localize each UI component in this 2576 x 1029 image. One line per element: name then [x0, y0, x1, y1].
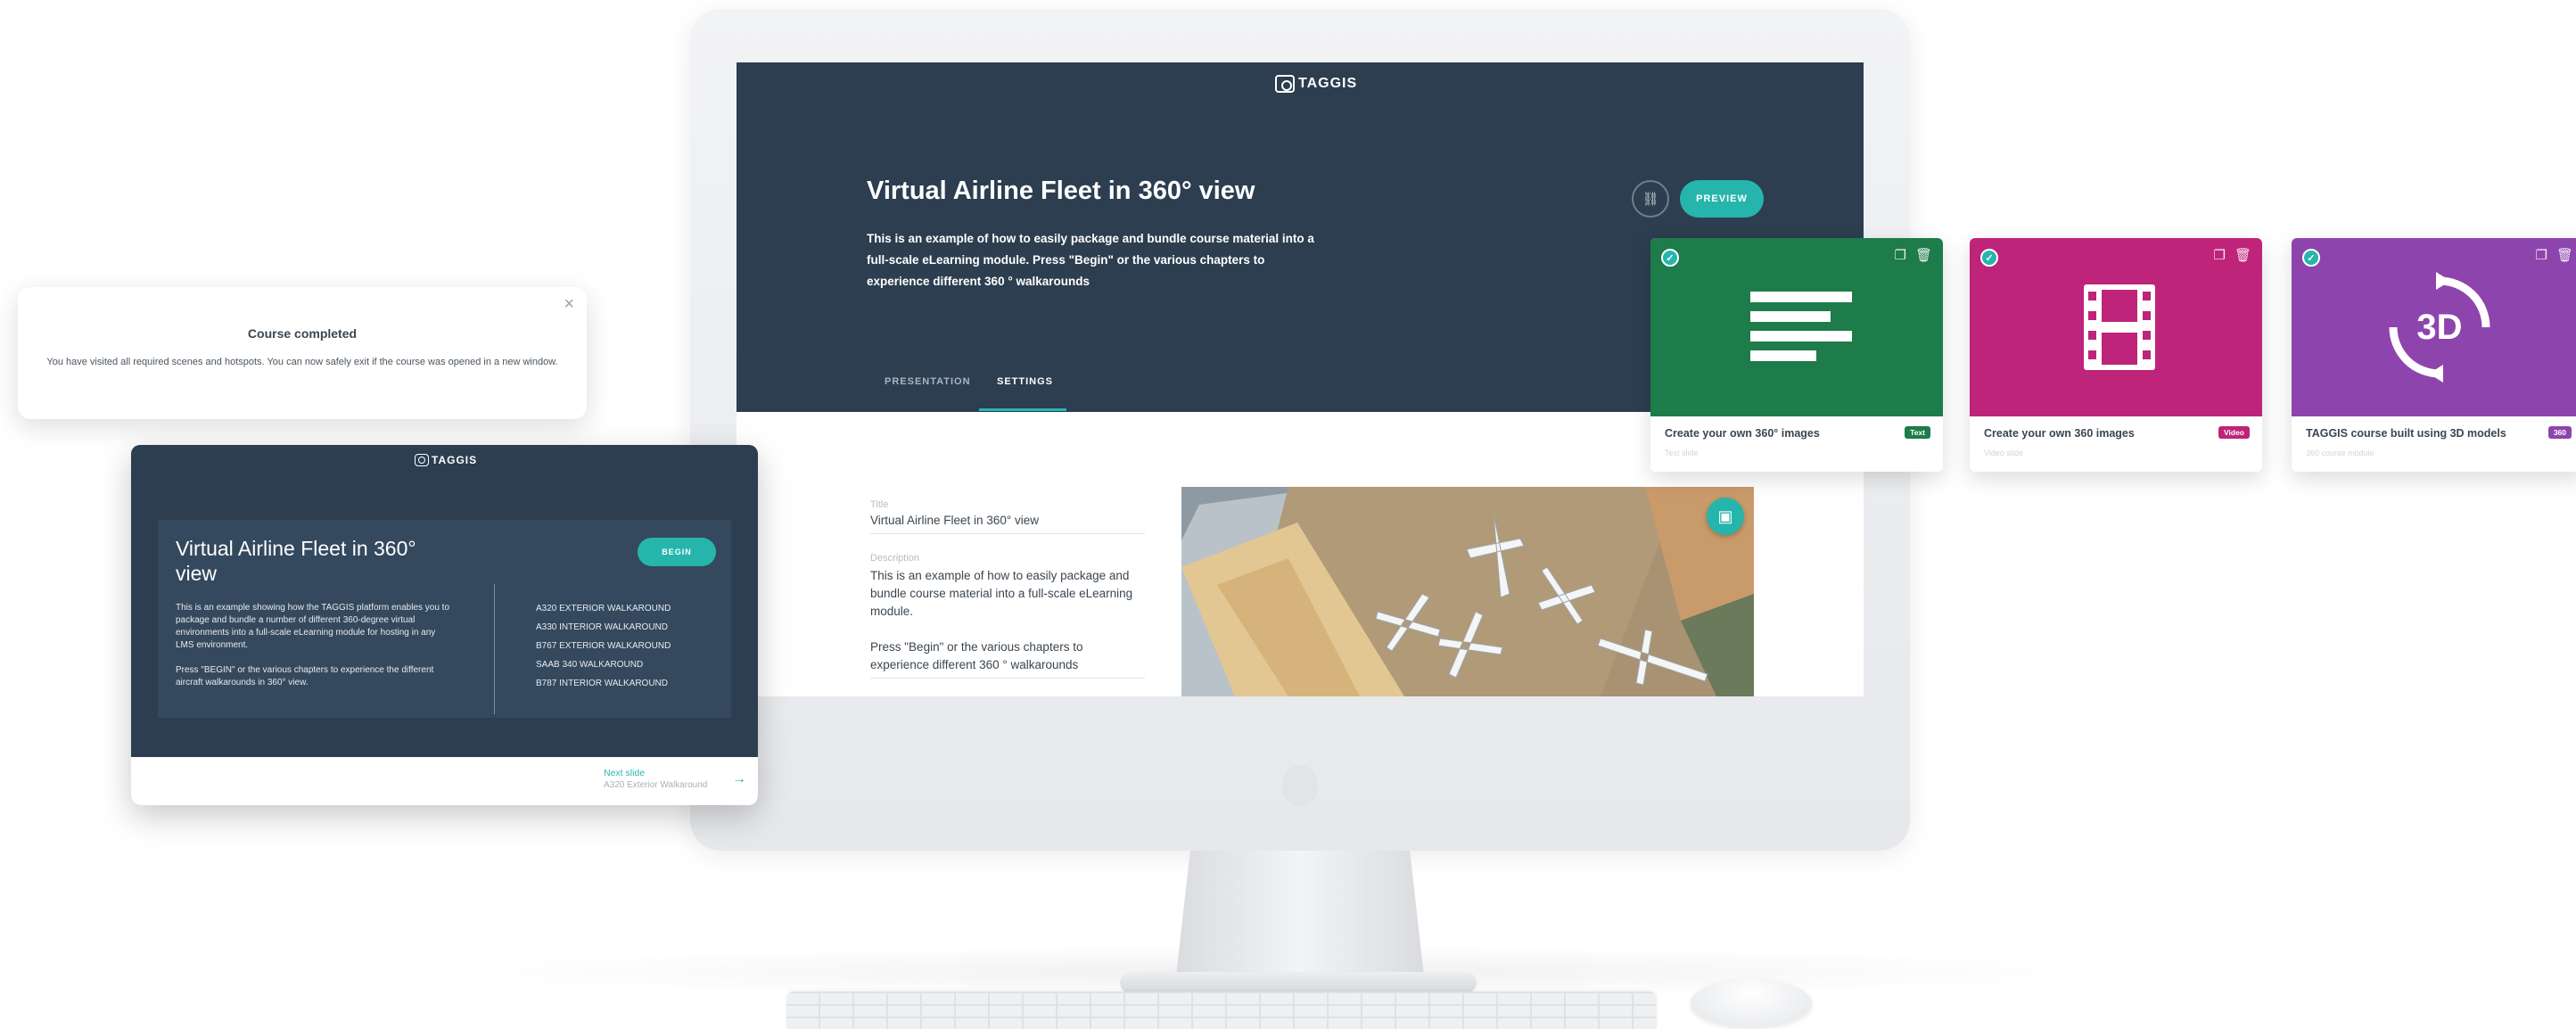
monitor-stand	[1175, 851, 1425, 984]
check-icon: ✓	[1661, 249, 1679, 267]
duplicate-icon[interactable]: ❐	[2214, 247, 2226, 263]
close-icon[interactable]: ×	[564, 294, 574, 315]
description-underline	[870, 678, 1145, 679]
duplicate-icon[interactable]: ❐	[1895, 247, 1906, 263]
begin-button[interactable]: BEGIN	[638, 538, 716, 566]
title-underline	[870, 533, 1145, 534]
type-badge: 360	[2547, 426, 2572, 439]
divider	[494, 584, 495, 714]
trash-icon[interactable]: 🗑	[2556, 247, 2573, 263]
title-input[interactable]: Virtual Airline Fleet in 360° view	[870, 512, 1039, 530]
course-cover-image	[1181, 487, 1754, 696]
keyboard	[786, 992, 1657, 1029]
film-icon	[2084, 284, 2155, 370]
image-icon: ▣	[1717, 506, 1733, 525]
chapter-link[interactable]: SAAB 340 WALKAROUND	[536, 660, 643, 670]
trash-icon[interactable]: 🗑	[2234, 247, 2251, 263]
tab-presentation[interactable]: PRESENTATION	[885, 376, 971, 387]
monitor-stand-base	[1120, 972, 1477, 993]
trash-icon[interactable]: 🗑	[1915, 247, 1932, 263]
module-card-video[interactable]: ✓ ❐ 🗑 Create your own 360 images Video Vi…	[1970, 238, 2262, 472]
next-slide-label[interactable]: Next slide	[604, 768, 645, 778]
description-input-p2[interactable]: Press "Begin" or the various chapters to…	[870, 638, 1145, 674]
type-badge: Video	[2218, 426, 2250, 439]
check-icon: ✓	[2302, 249, 2320, 267]
card-subtitle: Text slide	[1665, 449, 1699, 457]
apple-logo-icon	[1282, 765, 1318, 806]
description-paragraph: This is an example showing how the TAGGI…	[176, 603, 450, 650]
course-description: This is an example showing how the TAGGI…	[176, 602, 452, 689]
taggis-logo: TAGGIS	[415, 454, 477, 466]
active-tab-indicator	[979, 408, 1066, 411]
link-button[interactable]: ⛓	[1632, 180, 1669, 218]
player-footer: Next slide A320 Exterior Walkaround →	[131, 757, 758, 805]
chapter-link[interactable]: A330 INTERIOR WALKAROUND	[536, 622, 668, 632]
course-description: This is an example of how to easily pack…	[867, 232, 1314, 288]
mouse	[1691, 979, 1812, 1027]
card-subtitle: 360 course module	[2306, 449, 2374, 457]
chapter-link[interactable]: B787 INTERIOR WALKAROUND	[536, 679, 668, 688]
taggis-logo: TAGGIS	[1275, 73, 1357, 95]
camera-icon	[1275, 75, 1295, 93]
arrow-right-icon[interactable]: →	[732, 771, 746, 787]
preview-button[interactable]: PREVIEW	[1680, 180, 1764, 218]
card-subtitle: Video slide	[1984, 449, 2023, 457]
card-title: TAGGIS course built using 3D models	[2306, 427, 2506, 440]
dialog-message: You have visited all required scenes and…	[46, 357, 558, 367]
next-slide-name: A320 Exterior Walkaround	[604, 780, 708, 790]
description-input[interactable]: This is an example of how to easily pack…	[870, 567, 1145, 621]
card-cover	[1970, 238, 2262, 416]
type-badge: Text	[1905, 426, 1930, 439]
card-cover: 3D	[2292, 238, 2576, 416]
3d-icon-text: 3D	[2416, 308, 2462, 347]
brand-name: TAGGIS	[432, 454, 478, 466]
description-label: Description	[870, 553, 920, 564]
text-lines-icon	[1750, 292, 1852, 361]
course-title: Virtual Airline Fleet in 360° view	[867, 177, 1255, 205]
description-paragraph: Press "BEGIN" or the various chapters to…	[176, 665, 434, 687]
module-card-360[interactable]: 3D ✓ ❐ 🗑 TAGGIS course built using 3D mod…	[2292, 238, 2576, 472]
tab-settings[interactable]: SETTINGS	[997, 376, 1053, 387]
course-player-preview: TAGGIS Virtual Airline Fleet in 360° vie…	[131, 445, 758, 805]
course-intro-panel: Virtual Airline Fleet in 360° view BEGIN…	[158, 520, 731, 718]
card-cover	[1650, 238, 1943, 416]
brand-name: TAGGIS	[1298, 76, 1358, 91]
chapter-link[interactable]: B767 EXTERIOR WALKAROUND	[536, 641, 671, 651]
3d-rotate-icon: 3D	[2389, 272, 2490, 383]
camera-icon	[415, 454, 429, 466]
title-label: Title	[870, 499, 889, 510]
change-image-button[interactable]: ▣	[1707, 498, 1744, 535]
module-card-text[interactable]: ✓ ❐ 🗑 Create your own 360° images Text Te…	[1650, 238, 1943, 472]
card-title: Create your own 360 images	[1984, 427, 2135, 440]
card-title: Create your own 360° images	[1665, 427, 1820, 440]
duplicate-icon[interactable]: ❐	[2536, 247, 2547, 263]
check-icon: ✓	[1980, 249, 1998, 267]
chapter-link[interactable]: A320 EXTERIOR WALKAROUND	[536, 604, 671, 613]
link-icon: ⛓	[1642, 192, 1659, 207]
dialog-title: Course completed	[247, 326, 358, 341]
course-completed-dialog: × Course completed You have visited all …	[18, 287, 587, 419]
course-title: Virtual Airline Fleet in 360° view	[176, 537, 416, 585]
